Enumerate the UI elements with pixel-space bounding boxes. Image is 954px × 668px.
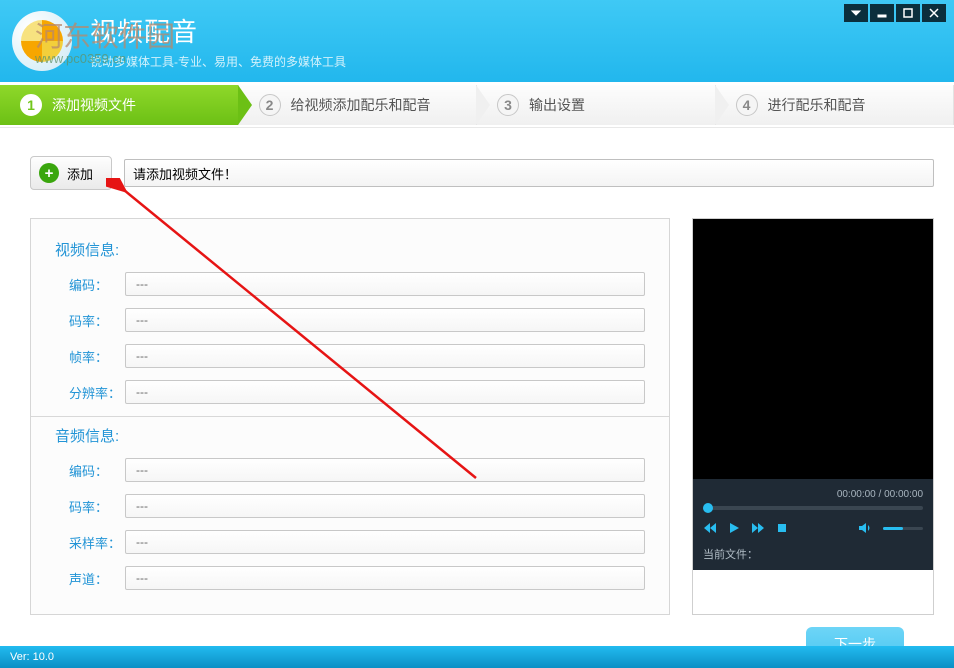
stop-button[interactable] — [775, 521, 789, 535]
video-codec-value: --- — [125, 272, 645, 296]
step-number: 3 — [497, 94, 519, 116]
audio-samplerate-row: 采样率： --- — [55, 530, 645, 554]
file-path-input[interactable] — [124, 159, 934, 187]
prev-button[interactable] — [703, 521, 717, 535]
step-nav: 1 添加视频文件 2 给视频添加配乐和配音 3 输出设置 4 进行配乐和配音 — [0, 82, 954, 128]
step-4-dubbing[interactable]: 4 进行配乐和配音 — [716, 85, 954, 125]
minimize-button[interactable] — [870, 4, 894, 22]
preview-panel: 00:00:00 / 00:00:00 当前文件： — [692, 218, 934, 615]
field-label: 声道： — [55, 569, 125, 588]
video-framerate-value: --- — [125, 344, 645, 368]
time-display: 00:00:00 / 00:00:00 — [703, 489, 923, 500]
app-title: 视频配音 — [90, 12, 346, 49]
audio-info-title: 音频信息: — [55, 425, 645, 446]
step-label: 进行配乐和配音 — [768, 95, 866, 115]
volume-slider[interactable] — [883, 527, 923, 530]
video-preview[interactable] — [693, 219, 933, 479]
add-file-row: + 添加 — [30, 156, 934, 190]
audio-codec-row: 编码： --- — [55, 458, 645, 482]
current-file-label: 当前文件： — [703, 546, 923, 562]
step-3-output[interactable]: 3 输出设置 — [477, 85, 716, 125]
video-resolution-value: --- — [125, 380, 645, 404]
step-label: 添加视频文件 — [52, 95, 136, 115]
video-resolution-row: 分辨率： --- — [55, 380, 645, 404]
field-label: 采样率： — [55, 533, 125, 552]
audio-channels-value: --- — [125, 566, 645, 590]
field-label: 码率： — [55, 311, 125, 330]
step-label: 输出设置 — [529, 95, 585, 115]
step-number: 2 — [259, 94, 281, 116]
add-button[interactable]: + 添加 — [30, 156, 112, 190]
add-button-label: 添加 — [67, 164, 93, 183]
audio-channels-row: 声道： --- — [55, 566, 645, 590]
step-number: 4 — [736, 94, 758, 116]
video-codec-row: 编码： --- — [55, 272, 645, 296]
field-label: 编码： — [55, 275, 125, 294]
app-header: 视频配音 锐动多媒体工具-专业、易用、免费的多媒体工具 — [0, 0, 954, 82]
close-button[interactable] — [922, 4, 946, 22]
next-button[interactable] — [751, 521, 765, 535]
status-bar: Ver: 10.0 — [0, 646, 954, 668]
volume-icon[interactable] — [857, 520, 873, 536]
field-label: 分辨率： — [55, 383, 125, 402]
step-1-add-file[interactable]: 1 添加视频文件 — [0, 85, 239, 125]
version-label: Ver: 10.0 — [10, 651, 54, 663]
field-label: 编码： — [55, 461, 125, 480]
audio-bitrate-value: --- — [125, 494, 645, 518]
app-subtitle: 锐动多媒体工具-专业、易用、免费的多媒体工具 — [90, 53, 346, 70]
player-controls: 00:00:00 / 00:00:00 当前文件： — [693, 479, 933, 570]
window-controls — [844, 4, 946, 22]
media-info-panel: 视频信息: 编码： --- 码率： --- 帧率： --- 分辨率： --- 音… — [30, 218, 670, 615]
audio-samplerate-value: --- — [125, 530, 645, 554]
audio-codec-value: --- — [125, 458, 645, 482]
step-2-add-music[interactable]: 2 给视频添加配乐和配音 — [239, 85, 478, 125]
maximize-button[interactable] — [896, 4, 920, 22]
step-number: 1 — [20, 94, 42, 116]
video-bitrate-value: --- — [125, 308, 645, 332]
video-framerate-row: 帧率： --- — [55, 344, 645, 368]
step-label: 给视频添加配乐和配音 — [291, 95, 431, 115]
field-label: 码率： — [55, 497, 125, 516]
play-button[interactable] — [727, 521, 741, 535]
app-logo — [12, 11, 72, 71]
video-bitrate-row: 码率： --- — [55, 308, 645, 332]
plus-icon: + — [39, 163, 59, 183]
video-info-title: 视频信息: — [55, 239, 645, 260]
field-label: 帧率： — [55, 347, 125, 366]
window-menu-button[interactable] — [844, 4, 868, 22]
progress-bar[interactable] — [703, 506, 923, 510]
main-content: + 添加 视频信息: 编码： --- 码率： --- 帧率： --- 分辨率： … — [0, 128, 954, 646]
audio-bitrate-row: 码率： --- — [55, 494, 645, 518]
